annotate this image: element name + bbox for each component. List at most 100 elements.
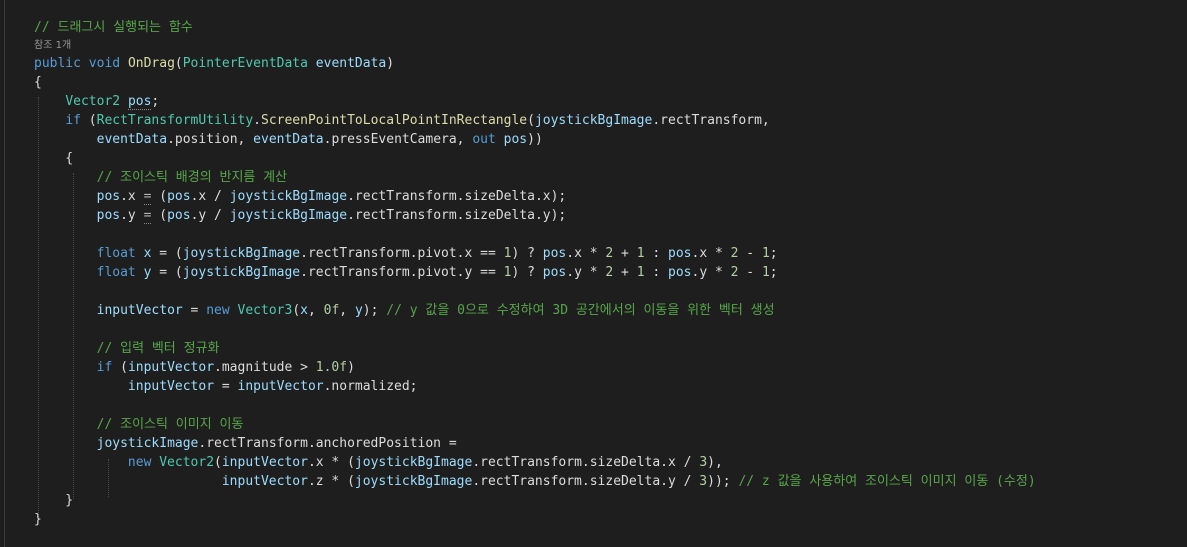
code-line[interactable]: Vector2 pos; [34,92,159,111]
code-token: .rectTransform.sizeDelta.y / [472,474,700,489]
code-token: ScreenPointToLocalPointInRectangle [261,113,528,128]
code-token: ) [386,56,395,71]
code-line[interactable]: if (inputVector.magnitude > 1.0f) [34,358,355,377]
code-line[interactable]: new Vector2(inputVector.x * (joystickBgI… [34,453,723,472]
code-token: 1 [636,265,645,280]
code-token: ( [151,208,168,223]
editor-margin-line [4,0,5,547]
code-token: - [738,265,762,280]
code-token: .rectTransform.anchoredPosition = [198,436,457,451]
code-token: // z 값을 사용하여 조이스틱 이미지 이동 (수정) [738,474,1036,489]
code-token: ; [769,265,778,280]
code-token: // 조이스틱 이미지 이동 [96,417,244,432]
code-token: . [253,113,261,128]
code-token: ( [151,189,168,204]
code-token: .x * [566,246,606,261]
code-token: pos [96,208,121,223]
code-editor[interactable]: // 드래그시 실행되는 함수참조 1개 public void OnDrag(P… [0,0,1187,547]
code-line[interactable]: inputVector = new Vector3(x, 0f, y); // … [34,301,775,320]
code-token: RectTransformUtility [96,113,254,128]
code-line[interactable]: if (RectTransformUtility.ScreenPointToLo… [34,111,769,130]
code-token: 1 [636,246,645,261]
code-token: ) ? [511,265,543,280]
code-token: = ( [151,265,183,280]
code-token: : [644,265,669,280]
code-token: inputVector [96,303,183,318]
code-token: .pressEventCamera, [323,132,473,147]
code-line[interactable]: inputVector.z * (joystickBgImage.rectTra… [34,472,1036,491]
code-token: { [34,151,74,166]
code-token: float [96,246,136,261]
code-token: PointerEventData [182,56,308,71]
code-line[interactable]: pos.y = (pos.y / joystickBgImage.rectTra… [34,206,566,225]
code-token: } [34,512,42,527]
code-token: ( [292,303,301,318]
code-token: .x * [691,246,731,261]
code-line[interactable]: { [34,149,73,168]
code-line[interactable]: // 조이스틱 이미지 이동 [34,415,244,434]
code-token: if [96,360,113,375]
code-token: .rectTransform.sizeDelta.x / [472,455,700,470]
code-token: ( [214,455,222,470]
code-token: ( [80,113,97,128]
code-token: new [127,455,152,470]
code-token: inputVector [221,474,308,489]
code-token: , [307,303,324,318]
code-token: ( [174,56,183,71]
code-token: joystickBgImage [354,474,473,489]
code-token: , [339,303,355,318]
code-token: .magnitude > [214,360,316,375]
code-token: } [34,493,74,508]
code-token: pos [542,265,567,280]
code-line[interactable]: inputVector = inputVector.normalized; [34,377,418,396]
code-token: ); [362,303,387,318]
code-token: pos [503,132,528,147]
code-token: ) ? [511,246,543,261]
code-line[interactable]: public void OnDrag(PointerEventData even… [34,54,394,73]
code-line[interactable]: // 드래그시 실행되는 함수 [34,18,193,37]
code-token: out [472,132,496,147]
code-line[interactable]: } [34,510,42,529]
code-line[interactable]: // 입력 벡터 정규화 [34,339,220,358]
code-token: .x / [190,189,230,204]
code-line[interactable]: // 조이스틱 배경의 반지름 계산 [34,168,287,187]
code-token: pos [96,189,121,204]
code-line[interactable]: float x = (joystickBgImage.rectTransform… [34,244,778,263]
code-token: public [34,56,81,71]
code-line[interactable]: } [34,491,73,510]
code-token: = [182,303,207,318]
code-line[interactable]: joystickImage.rectTransform.anchoredPosi… [34,434,457,453]
code-token: pos [668,246,692,261]
code-token: .y / [190,208,230,223]
code-token: pos [167,208,191,223]
code-token: eventData [253,132,324,147]
code-token: inputVector [221,455,308,470]
code-token: )); [707,474,731,489]
code-token: inputVector [237,379,324,394]
code-token: : [644,246,669,261]
code-token: joystickBgImage [182,265,301,280]
code-line[interactable]: pos.x = (pos.x / joystickBgImage.rectTra… [34,187,566,206]
code-line[interactable]: eventData.position, eventData.pressEvent… [34,130,543,149]
code-token: 3 [699,474,708,489]
code-token: OnDrag [127,56,175,71]
code-line[interactable]: { [34,73,42,92]
code-line[interactable]: float y = (joystickBgImage.rectTransform… [34,263,778,282]
code-token: float [96,265,136,280]
code-token: eventData [315,56,387,71]
code-token: .rectTransform.sizeDelta.x); [347,189,567,204]
code-lens-references[interactable]: 참조 1개 [34,39,71,53]
code-token: .rectTransform.sizeDelta.y); [347,208,567,223]
